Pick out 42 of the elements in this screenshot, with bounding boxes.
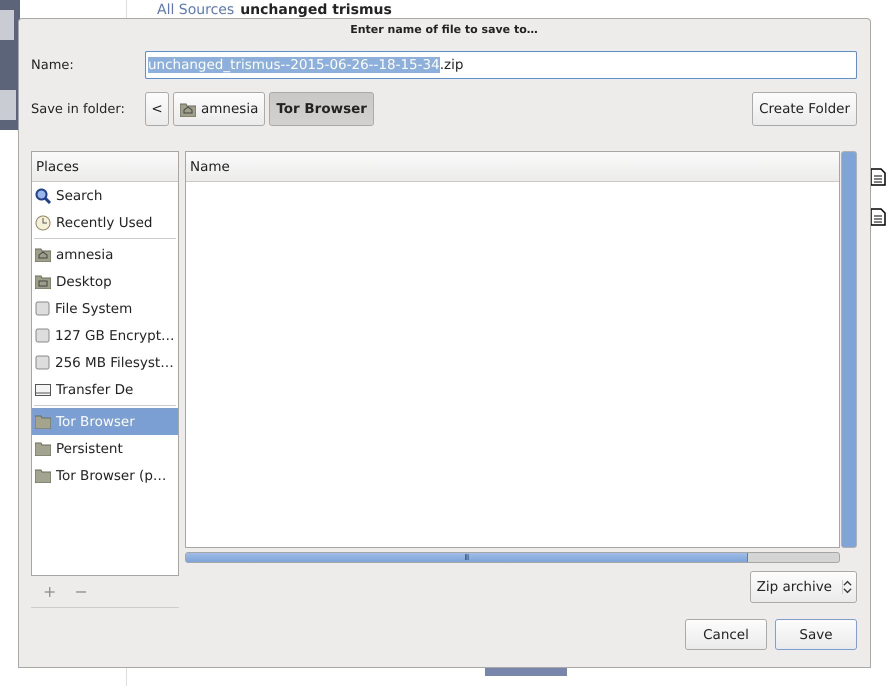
updown-icon [842,580,852,594]
drive-icon [35,301,50,316]
places-item[interactable]: Persistent [32,435,178,462]
places-item[interactable]: Tor Browser (p… [32,462,178,489]
name-label: Name: [31,58,75,72]
home-folder-icon [35,247,51,262]
desktop-folder-icon [35,274,51,289]
cancel-button[interactable]: Cancel [685,619,767,650]
search-icon [35,188,51,204]
folder-icon [35,414,51,429]
name-column-header[interactable]: Name [186,152,839,182]
save-button[interactable]: Save [775,619,857,650]
places-item[interactable]: amnesia [32,241,178,268]
document-icon [870,208,886,226]
breadcrumb-link[interactable]: All Sources [157,2,234,18]
places-item[interactable]: Recently Used [32,209,178,236]
document-icon [870,168,886,186]
clock-icon [35,214,51,230]
vertical-scrollbar[interactable] [841,151,857,548]
places-header: Places [32,152,178,182]
dialog-title: Enter name of file to save to… [349,22,539,38]
drive-icon [35,384,51,396]
folder-icon [35,468,51,483]
folder-icon [35,441,51,456]
places-item[interactable]: Transfer De [32,376,178,403]
path-button[interactable]: Tor Browser [269,92,374,126]
back-button[interactable]: < [145,92,169,126]
drive-icon [35,328,50,343]
drive-icon [35,355,50,370]
file-type-dropdown[interactable]: Zip archive [750,571,857,603]
places-item[interactable]: 127 GB Encrypt… [32,322,178,349]
places-item[interactable]: File System [32,295,178,322]
places-item[interactable]: Desktop [32,268,178,295]
places-item[interactable]: 256 MB Filesyst… [32,349,178,376]
folder-label: Save in folder: [31,102,126,116]
path-button[interactable]: amnesia [173,92,266,126]
places-item[interactable]: Search [32,182,178,209]
breadcrumb-current: unchanged trismus [240,2,392,18]
name-field[interactable]: unchanged_trismus--2015-06-26--18-15-34.zip [145,51,857,79]
create-folder-button[interactable]: Create Folder [752,92,857,126]
home-folder-icon [180,102,196,116]
horizontal-scrollbar[interactable]: III [185,552,840,563]
